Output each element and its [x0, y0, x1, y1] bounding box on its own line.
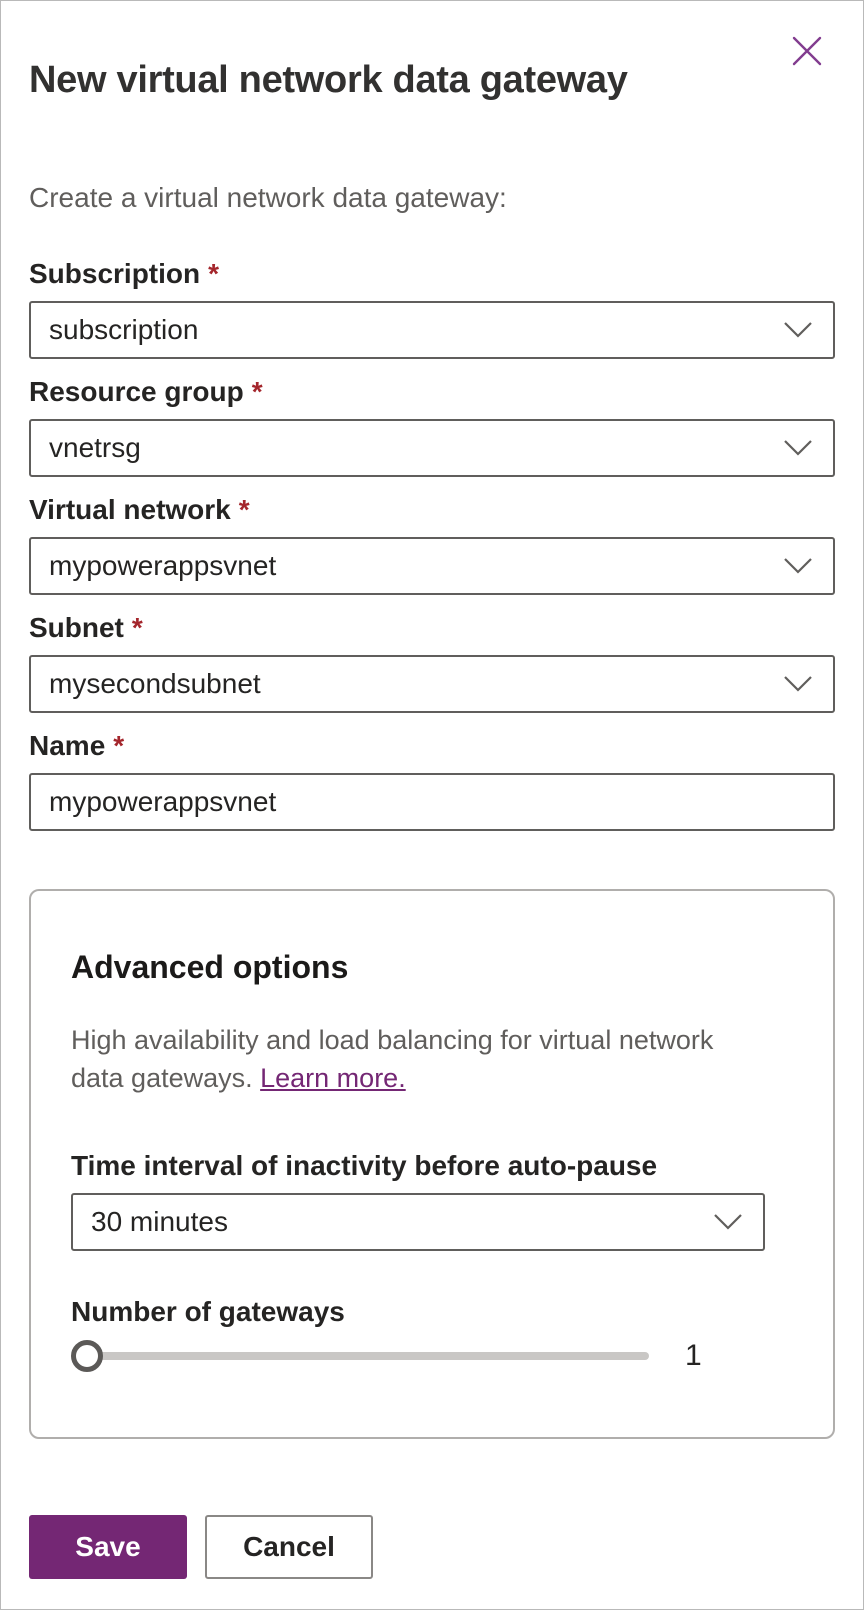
chevron-down-icon	[784, 558, 812, 574]
gateway-form: Subscription * subscription Resource grou…	[29, 257, 835, 831]
required-marker: *	[131, 612, 143, 643]
advanced-options-description: High availability and load balancing for…	[71, 1021, 793, 1097]
learn-more-link[interactable]: Learn more.	[260, 1063, 406, 1093]
chevron-down-icon	[784, 676, 812, 692]
dialog-subtitle: Create a virtual network data gateway:	[29, 182, 507, 213]
gateways-slider-row: 1	[71, 1339, 793, 1373]
autopause-value: 30 minutes	[91, 1206, 228, 1237]
virtual-network-dropdown[interactable]: mypowerappsvnet	[29, 537, 835, 595]
field-group-resource-group: Resource group * vnetrsg	[29, 375, 835, 477]
field-group-subscription: Subscription * subscription	[29, 257, 835, 359]
required-marker: *	[113, 730, 125, 761]
advanced-options-card: Advanced options High availability and l…	[29, 889, 835, 1439]
page-title: New virtual network data gateway	[29, 59, 628, 101]
advanced-options-heading: Advanced options	[71, 949, 349, 985]
virtual-network-value: mypowerappsvnet	[49, 550, 277, 581]
chevron-down-icon	[714, 1214, 742, 1230]
subnet-value: mysecondsubnet	[49, 668, 261, 699]
autopause-label: Time interval of inactivity before auto-…	[71, 1150, 658, 1181]
gateway-count-slider[interactable]	[71, 1339, 649, 1373]
subscription-dropdown[interactable]: subscription	[29, 301, 835, 359]
chevron-down-icon	[784, 440, 812, 456]
gateways-label: Number of gateways	[71, 1296, 345, 1327]
resource-group-value: vnetrsg	[49, 432, 141, 463]
subnet-label: Subnet *	[29, 612, 143, 643]
resource-group-label: Resource group *	[29, 376, 263, 407]
save-button[interactable]: Save	[29, 1515, 187, 1579]
new-vnet-gateway-dialog: New virtual network data gateway Create …	[0, 0, 864, 1610]
virtual-network-label: Virtual network *	[29, 494, 250, 525]
field-group-name: Name *	[29, 729, 835, 831]
name-input[interactable]	[29, 773, 835, 831]
slider-thumb[interactable]	[71, 1340, 103, 1372]
field-group-subnet: Subnet * mysecondsubnet	[29, 611, 835, 713]
slider-track[interactable]	[85, 1352, 649, 1360]
subnet-dropdown[interactable]: mysecondsubnet	[29, 655, 835, 713]
dialog-actions: Save Cancel	[29, 1515, 835, 1579]
required-marker: *	[238, 494, 250, 525]
required-marker: *	[208, 258, 220, 289]
cancel-button[interactable]: Cancel	[205, 1515, 373, 1579]
required-marker: *	[251, 376, 263, 407]
description-line2: data gateways.	[71, 1063, 261, 1093]
resource-group-dropdown[interactable]: vnetrsg	[29, 419, 835, 477]
field-group-virtual-network: Virtual network * mypowerappsvnet	[29, 493, 835, 595]
gateway-count-value: 1	[685, 1339, 702, 1372]
subscription-label: Subscription *	[29, 258, 220, 289]
description-line1: High availability and load balancing for…	[71, 1025, 714, 1055]
name-label: Name *	[29, 730, 125, 761]
close-button[interactable]	[787, 31, 827, 71]
chevron-down-icon	[784, 322, 812, 338]
close-icon	[792, 36, 822, 66]
autopause-dropdown[interactable]: 30 minutes	[71, 1193, 765, 1251]
subscription-value: subscription	[49, 314, 199, 345]
